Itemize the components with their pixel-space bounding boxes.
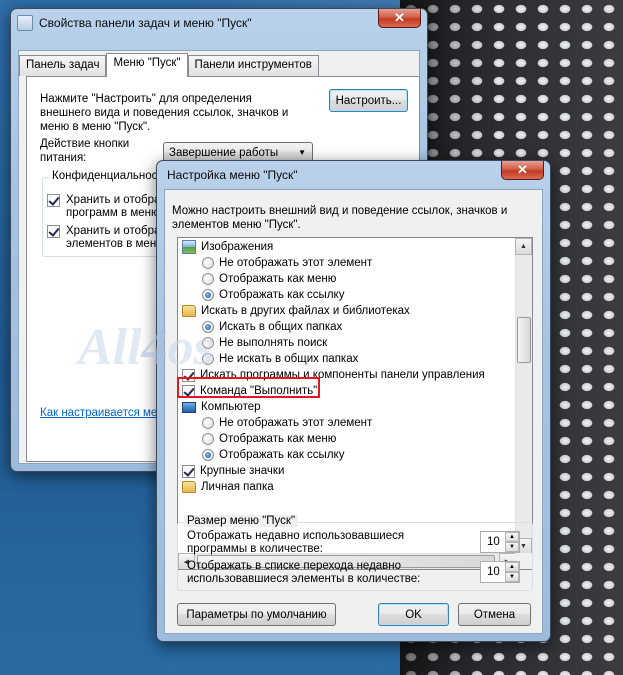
list-item[interactable]: Крупные значки [182, 463, 284, 479]
customize-description: Нажмите "Настроить" для определения внеш… [40, 93, 289, 133]
list-item[interactable]: Отображать как меню [202, 271, 336, 287]
option-radio[interactable] [202, 353, 214, 365]
spin-up-icon[interactable]: ▲ [505, 532, 519, 542]
option-radio[interactable] [202, 337, 214, 349]
back-window-close-button[interactable]: ✕ [378, 9, 421, 28]
menu-size-group: Размер меню "Пуск" Отображать недавно ис… [177, 515, 533, 591]
option-label: Искать в других файлах и библиотеках [201, 305, 410, 317]
list-item[interactable]: Искать в общих папках [202, 319, 342, 335]
image-icon [182, 240, 196, 254]
privacy-label-programs: Хранить и отобра [66, 194, 161, 206]
list-item[interactable]: Отображать как меню [202, 431, 336, 447]
spin-up-icon[interactable]: ▲ [505, 562, 519, 572]
tab-strip: Панель задач Меню "Пуск" Панели инструме… [19, 52, 319, 77]
menu-size-group-title: Размер меню "Пуск" [184, 515, 299, 527]
dialog-titlebar[interactable]: Настройка меню "Пуск" ✕ [157, 161, 550, 189]
customize-button[interactable]: Настроить... [329, 89, 408, 112]
option-label: Отображать как ссылку [219, 449, 345, 461]
recent-programs-label: Отображать недавно использовавшиеся прог… [187, 530, 405, 555]
vertical-scroll-thumb[interactable] [517, 317, 531, 363]
back-window-title: Свойства панели задач и меню "Пуск" [39, 16, 252, 30]
tab-start-menu[interactable]: Меню "Пуск" [106, 53, 188, 77]
option-label: Отображать как меню [219, 433, 337, 445]
option-label: Не искать в общих папках [219, 353, 359, 365]
spin-down-icon[interactable]: ▼ [505, 542, 519, 552]
privacy-checkbox-programs[interactable] [47, 194, 60, 207]
option-radio[interactable] [202, 449, 214, 461]
option-label: Крупные значки [200, 465, 285, 477]
privacy-label-items: Хранить и отобра [66, 225, 161, 237]
option-label: Компьютер [201, 401, 261, 413]
tab-toolbars[interactable]: Панели инструментов [187, 55, 319, 76]
list-item[interactable]: Не искать в общих папках [202, 351, 358, 367]
run-command-highlight [177, 377, 320, 398]
power-action-value: Завершение работы [169, 146, 279, 159]
folder-icon [182, 305, 196, 317]
list-item[interactable]: Не выполнять поиск [202, 335, 327, 351]
privacy-item[interactable]: Хранить и отобра элементов в меню [47, 225, 165, 251]
dialog-description: Можно настроить внешний вид и поведение … [172, 205, 508, 231]
desktop: Свойства панели задач и меню "Пуск" ✕ Па… [0, 0, 623, 675]
privacy-label-programs-2: программ в меню [66, 207, 160, 219]
ok-button[interactable]: OK [378, 603, 449, 626]
option-label: Отображать как ссылку [219, 289, 345, 301]
customize-start-menu-dialog: Настройка меню "Пуск" ✕ Можно настроить … [156, 160, 551, 642]
computer-icon [182, 401, 196, 413]
recent-programs-value: 10 [487, 536, 500, 548]
cancel-button[interactable]: Отмена [458, 603, 531, 626]
list-item[interactable]: Отображать как ссылку [202, 287, 344, 303]
dialog-close-button[interactable]: ✕ [501, 161, 544, 180]
option-label: Не выполнять поиск [219, 337, 328, 349]
option-radio[interactable] [202, 273, 214, 285]
close-icon: ✕ [394, 10, 405, 25]
list-item[interactable]: Отображать как ссылку [202, 447, 344, 463]
help-link[interactable]: Как настраивается меню [40, 407, 172, 419]
list-item[interactable]: Не отображать этот элемент [202, 415, 372, 431]
close-icon: ✕ [517, 162, 528, 177]
privacy-label-items-2: элементов в меню [66, 238, 165, 250]
list-item[interactable]: Не отображать этот элемент [202, 255, 372, 271]
power-action-label: Действие кнопки питания: [40, 138, 130, 164]
privacy-item[interactable]: Хранить и отобра программ в меню [47, 194, 160, 220]
scroll-up-icon[interactable]: ▲ [515, 238, 532, 255]
list-item[interactable]: Компьютер [182, 399, 261, 415]
option-radio[interactable] [202, 433, 214, 445]
chevron-down-icon: ▼ [298, 148, 306, 157]
back-window-titlebar[interactable]: Свойства панели задач и меню "Пуск" ✕ [11, 9, 427, 37]
option-label: Отображать как меню [219, 273, 337, 285]
option-radio[interactable] [202, 417, 214, 429]
jumplist-stepper[interactable]: 10 ▲ ▼ [480, 561, 520, 583]
option-label: Личная папка [201, 481, 274, 493]
option-radio[interactable] [202, 289, 214, 301]
tab-taskbar[interactable]: Панель задач [19, 55, 107, 76]
window-app-icon [17, 15, 33, 31]
jumplist-value: 10 [487, 566, 500, 578]
defaults-button[interactable]: Параметры по умолчанию [177, 603, 336, 626]
option-label: Не отображать этот элемент [219, 257, 373, 269]
option-checkbox[interactable] [182, 464, 195, 478]
list-item[interactable]: Изображения [182, 239, 273, 255]
dialog-title: Настройка меню "Пуск" [167, 168, 298, 182]
folder-icon [182, 481, 196, 493]
option-label: Изображения [201, 241, 274, 253]
option-radio[interactable] [202, 321, 214, 333]
list-item[interactable]: Искать в других файлах и библиотеках [182, 303, 410, 319]
privacy-group-title: Конфиденциальность [49, 170, 172, 182]
option-radio[interactable] [202, 257, 214, 269]
spin-down-icon[interactable]: ▼ [505, 572, 519, 582]
option-label: Не отображать этот элемент [219, 417, 373, 429]
jumplist-label: Отображать в списке перехода недавно исп… [187, 560, 421, 585]
option-label: Искать в общих папках [219, 321, 343, 333]
privacy-checkbox-items[interactable] [47, 225, 60, 238]
vertical-scrollbar[interactable]: ▲ ▼ [515, 238, 532, 555]
list-item[interactable]: Личная папка [182, 479, 274, 495]
recent-programs-stepper[interactable]: 10 ▲ ▼ [480, 531, 520, 553]
